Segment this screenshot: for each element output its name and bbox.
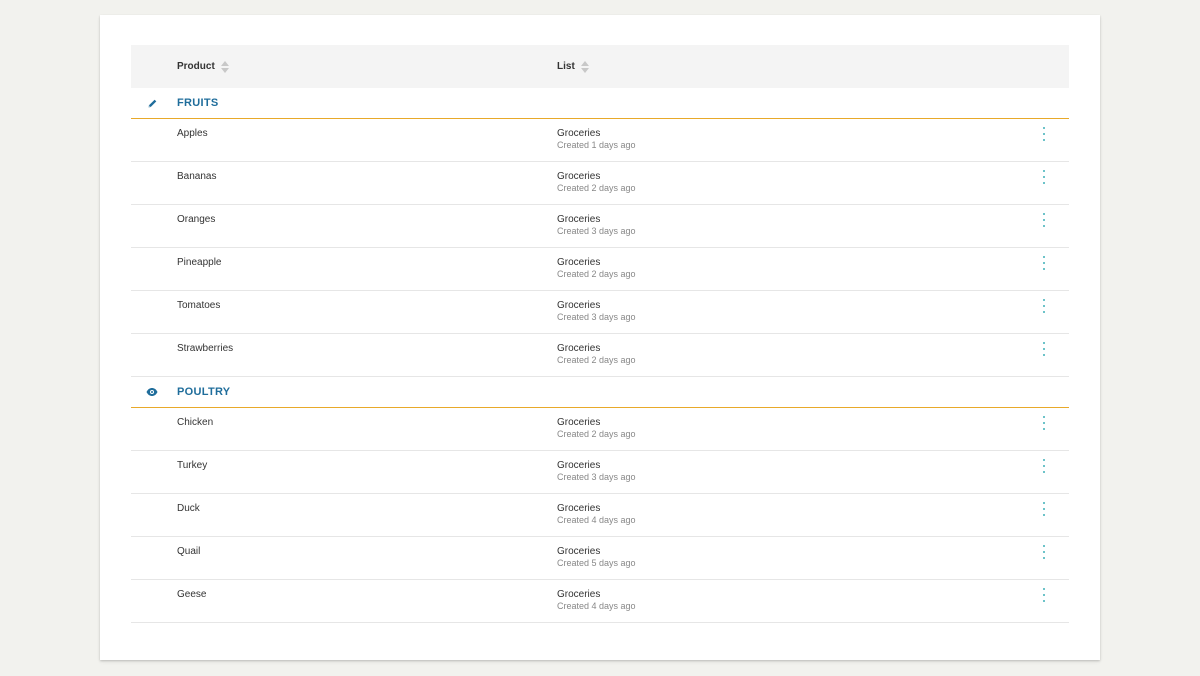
list-name: Groceries [557,214,601,225]
product-name: Bananas [177,171,217,182]
list-name: Groceries [557,300,601,311]
table-row: Oranges Groceries Created 3 days ago [131,205,1069,248]
list-cell: Groceries Created 3 days ago [557,214,636,237]
created-time: Created 4 days ago [557,515,636,525]
list-cell: Groceries Created 4 days ago [557,503,636,526]
created-time: Created 3 days ago [557,312,636,322]
created-time: Created 1 days ago [557,140,636,150]
product-name: Strawberries [177,343,234,354]
column-header-product[interactable]: Product [177,45,229,88]
list-name: Groceries [557,171,601,182]
more-options-icon[interactable] [1037,298,1051,314]
more-options-icon[interactable] [1037,255,1051,271]
product-name: Turkey [177,460,208,471]
group-title: POULTRY [177,386,231,398]
table-row: Tomatoes Groceries Created 3 days ago [131,291,1069,334]
product-name: Geese [177,589,207,600]
products-table: Product List FRUITS Apples Groceries Cre… [131,45,1069,623]
table-row: Strawberries Groceries Created 2 days ag… [131,334,1069,377]
created-time: Created 2 days ago [557,355,636,365]
created-time: Created 2 days ago [557,183,636,193]
table-row: Turkey Groceries Created 3 days ago [131,451,1069,494]
products-card: Product List FRUITS Apples Groceries Cre… [100,15,1100,660]
product-name: Tomatoes [177,300,221,311]
list-cell: Groceries Created 2 days ago [557,171,636,194]
more-options-icon[interactable] [1037,544,1051,560]
list-name: Groceries [557,417,601,428]
more-options-icon[interactable] [1037,169,1051,185]
list-name: Groceries [557,257,601,268]
created-time: Created 2 days ago [557,429,636,439]
table-row: Chicken Groceries Created 2 days ago [131,408,1069,451]
product-name: Apples [177,128,208,139]
pencil-icon[interactable] [146,97,158,109]
more-options-icon[interactable] [1037,501,1051,517]
group-header-poultry: POULTRY [131,377,1069,408]
sort-icon[interactable] [220,60,229,74]
created-time: Created 3 days ago [557,472,636,482]
list-cell: Groceries Created 4 days ago [557,589,636,612]
list-cell: Groceries Created 3 days ago [557,460,636,483]
more-options-icon[interactable] [1037,415,1051,431]
table-header: Product List [131,45,1069,88]
list-cell: Groceries Created 2 days ago [557,257,636,280]
product-name: Oranges [177,214,216,225]
list-cell: Groceries Created 2 days ago [557,417,636,440]
list-cell: Groceries Created 2 days ago [557,343,636,366]
list-name: Groceries [557,503,601,514]
table-row: Pineapple Groceries Created 2 days ago [131,248,1069,291]
column-label-product: Product [177,61,215,72]
more-options-icon[interactable] [1037,341,1051,357]
list-name: Groceries [557,589,601,600]
list-cell: Groceries Created 1 days ago [557,128,636,151]
list-name: Groceries [557,128,601,139]
table-row: Quail Groceries Created 5 days ago [131,537,1069,580]
product-name: Quail [177,546,201,557]
more-options-icon[interactable] [1037,458,1051,474]
created-time: Created 2 days ago [557,269,636,279]
product-name: Pineapple [177,257,222,268]
table-row: Geese Groceries Created 4 days ago [131,580,1069,623]
created-time: Created 4 days ago [557,601,636,611]
product-name: Duck [177,503,200,514]
more-options-icon[interactable] [1037,212,1051,228]
table-row: Bananas Groceries Created 2 days ago [131,162,1069,205]
table-row: Duck Groceries Created 4 days ago [131,494,1069,537]
list-cell: Groceries Created 5 days ago [557,546,636,569]
group-header-fruits: FRUITS [131,88,1069,119]
table-row: Apples Groceries Created 1 days ago [131,119,1069,162]
column-label-list: List [557,61,575,72]
created-time: Created 5 days ago [557,558,636,568]
list-name: Groceries [557,343,601,354]
more-options-icon[interactable] [1037,126,1051,142]
group-title: FRUITS [177,97,219,109]
created-time: Created 3 days ago [557,226,636,236]
sort-icon[interactable] [580,60,589,74]
eye-icon[interactable] [146,386,158,398]
product-name: Chicken [177,417,214,428]
more-options-icon[interactable] [1037,587,1051,603]
list-name: Groceries [557,460,601,471]
column-header-list[interactable]: List [557,45,589,88]
list-cell: Groceries Created 3 days ago [557,300,636,323]
list-name: Groceries [557,546,601,557]
